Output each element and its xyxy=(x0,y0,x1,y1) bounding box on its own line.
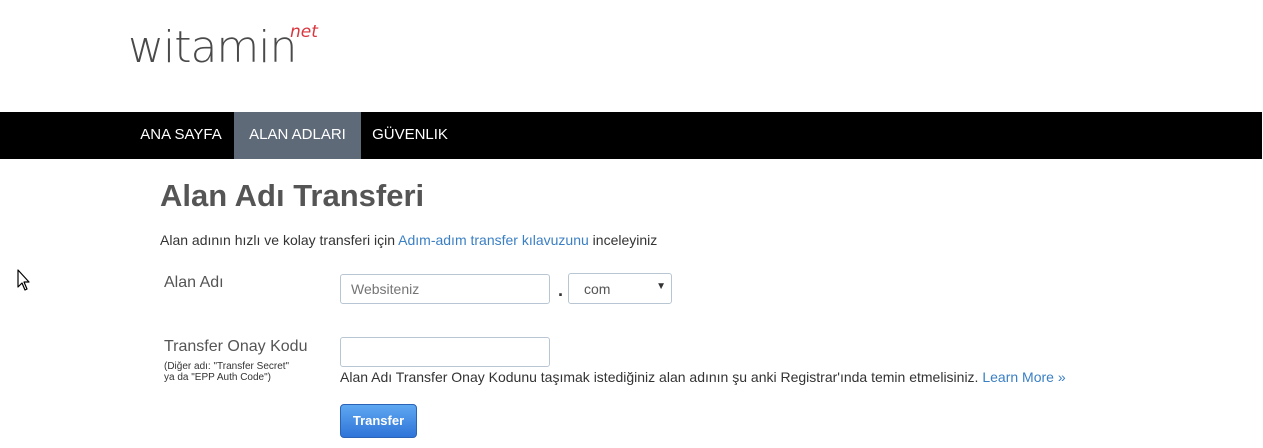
domain-label: Alan Adı xyxy=(164,274,224,291)
auth-code-hint: (Diğer adı: "Transfer Secret" ya da "EPP… xyxy=(164,361,324,383)
tld-select[interactable]: com ▼ xyxy=(568,273,672,304)
page-title: Alan Adı Transferi xyxy=(160,178,425,213)
tld-select-value: com xyxy=(584,281,611,297)
learn-more-link[interactable]: Learn More » xyxy=(982,369,1065,385)
intro-text-after: inceleyiniz xyxy=(592,232,658,248)
intro-text-before: Alan adının hızlı ve kolay transferi içi… xyxy=(160,232,396,248)
nav-item-guvenlik[interactable]: GÜVENLIK xyxy=(361,112,459,159)
caret-down-icon: ▼ xyxy=(656,281,666,292)
domain-input[interactable] xyxy=(340,274,550,304)
auth-code-hint-line2: ya da "EPP Auth Code") xyxy=(164,372,271,383)
intro-text: Alan adının hızlı ve kolay transferi içi… xyxy=(160,231,657,249)
mouse-pointer-icon xyxy=(17,269,30,291)
transfer-button[interactable]: Transfer xyxy=(340,404,417,438)
logo-tld: net xyxy=(290,22,318,42)
nav-item-alan-adlari[interactable]: ALAN ADLARI xyxy=(234,112,361,159)
auth-code-input[interactable] xyxy=(340,337,550,367)
auth-code-label: Transfer Onay Kodu xyxy=(164,338,308,355)
domain-separator: . xyxy=(558,280,564,300)
transfer-guide-link[interactable]: Adım-adım transfer kılavuzunu xyxy=(398,232,589,248)
auth-code-hint-line1: (Diğer adı: "Transfer Secret" xyxy=(164,361,290,372)
main-navbar: ANA SAYFA ALAN ADLARI GÜVENLIK xyxy=(0,112,1262,159)
logo-wordmark: witamin xyxy=(128,22,297,73)
nav-item-ana-sayfa[interactable]: ANA SAYFA xyxy=(128,112,234,159)
auth-code-helper-text: Alan Adı Transfer Onay Kodunu taşımak is… xyxy=(340,369,979,385)
auth-code-helper: Alan Adı Transfer Onay Kodunu taşımak is… xyxy=(340,368,1066,386)
